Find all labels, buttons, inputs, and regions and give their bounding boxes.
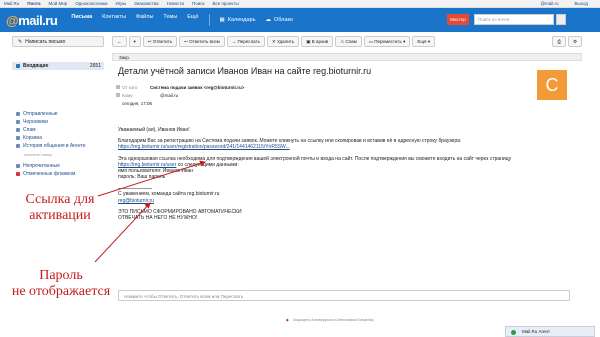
annotation-activation-line2: активации [29,208,91,223]
kaspersky-icon: ◆ [286,318,289,322]
annotation-activation: Ссылка для активации [18,192,102,224]
arrow-to-password [94,202,151,263]
annotation-password: Пароль не отображается [0,268,122,300]
annotation-password-line2: не отображается [11,284,111,299]
footer-text: Защищено Антивирусом и Антиспамом Kasper… [292,318,375,322]
agent-label: Mail.Ru Агент [522,329,551,334]
agent-status-icon [511,330,516,335]
annotation-activation-line1: Ссылка для [25,192,95,207]
footer: ◆ Защищено Антивирусом и Антиспамом Kasp… [286,318,374,322]
annotation-password-line1: Пароль [39,268,83,283]
arrow-to-link [97,160,206,197]
agent-bar[interactable]: Mail.Ru Агент [505,326,595,337]
quick-reply-input[interactable]: Нажмите чтобы Ответить, Ответить всем ил… [118,290,570,301]
